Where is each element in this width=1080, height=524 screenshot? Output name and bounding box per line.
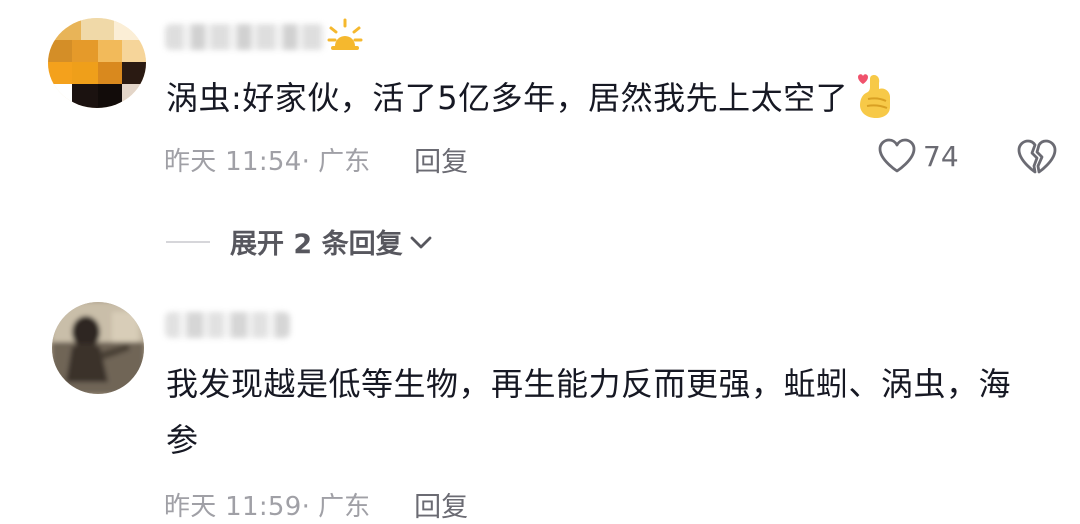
divider-line [166, 240, 210, 243]
username-blurred[interactable] [165, 312, 290, 338]
chevron-down-icon [410, 236, 431, 248]
reply-button[interactable]: 回复 [414, 485, 468, 524]
heart-outline-icon [878, 138, 916, 173]
avatar[interactable] [52, 302, 144, 394]
comment-section: 涡虫:好家伙，活了5亿多年，居然我先上太空了 昨天 11:54 · 广东 回复 … [0, 0, 1080, 524]
comment-meta: 昨天 11:59 · 广东 回复 [164, 485, 468, 524]
comment-time: 昨天 11:54 [164, 147, 302, 177]
like-count: 74 [923, 139, 959, 173]
hand-heart-emoji-icon [858, 74, 891, 118]
comment-location: · 广东 [301, 492, 371, 522]
username-blurred[interactable] [165, 24, 325, 50]
comment-time: 昨天 11:59 [164, 492, 302, 522]
comment-location: · 广东 [301, 147, 371, 177]
comment-text: 我发现越是低等生物，再生能力反而更强，蚯蚓、涡虫，海参 [166, 365, 1012, 459]
sun-emoji-icon [327, 18, 363, 50]
expand-replies-label: 展开 2 条回复 [230, 229, 403, 260]
expand-replies-button[interactable]: 展开 2 条回复 [166, 222, 433, 261]
broken-heart-icon[interactable] [1016, 138, 1058, 176]
comment-meta: 昨天 11:54 · 广东 回复 [164, 140, 468, 179]
comment-text: 涡虫:好家伙，活了5亿多年，居然我先上太空了 [166, 70, 894, 126]
comment-body: 涡虫:好家伙，活了5亿多年，居然我先上太空了 [166, 79, 849, 117]
avatar[interactable] [48, 18, 146, 108]
reply-button[interactable]: 回复 [414, 140, 468, 179]
like-button[interactable]: 74 [877, 138, 959, 174]
